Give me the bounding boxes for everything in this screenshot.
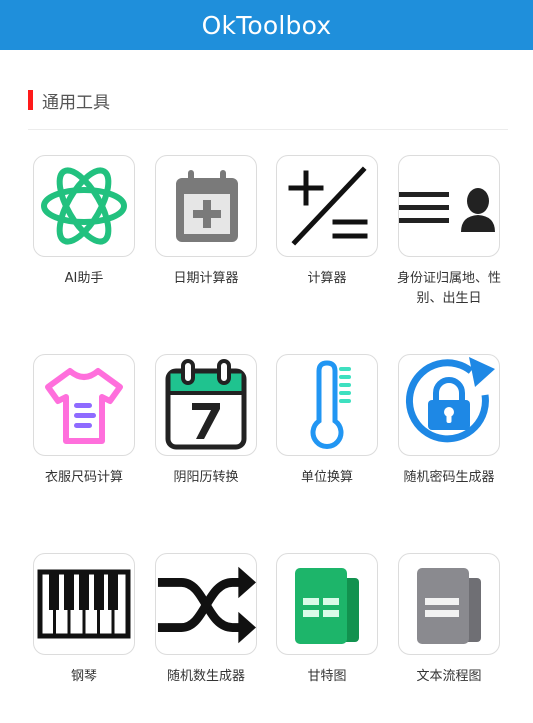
section-header: 通用工具: [28, 88, 110, 113]
tool-ai-assistant[interactable]: AI助手: [24, 155, 144, 325]
tool-label: 文本流程图: [416, 669, 482, 684]
tool-label: AI助手: [64, 271, 104, 286]
tool-tile[interactable]: [276, 354, 378, 456]
tool-tile[interactable]: [276, 553, 378, 655]
tool-tile[interactable]: [276, 155, 378, 257]
tool-label: 随机数生成器: [166, 669, 245, 684]
tool-clothing-size[interactable]: 衣服尺码计算: [24, 354, 144, 524]
section-title: 通用工具: [42, 92, 110, 113]
tool-tile[interactable]: [155, 553, 257, 655]
tool-label: 计算器: [307, 271, 347, 286]
tool-text-flowchart[interactable]: 文本流程图: [389, 553, 509, 723]
tool-label: 身份证归属地、性别、出生日: [396, 271, 501, 306]
tool-gantt-chart[interactable]: 甘特图: [267, 553, 387, 723]
app-title: OkToolbox: [201, 10, 332, 40]
tool-label: 甘特图: [307, 669, 347, 684]
piano-keys-icon: [37, 569, 131, 639]
green-sheet-icon: [295, 568, 359, 644]
tool-tile[interactable]: [155, 155, 257, 257]
tool-label: 钢琴: [70, 669, 97, 684]
tool-password-generator[interactable]: 随机密码生成器: [389, 354, 509, 524]
tool-tile[interactable]: [33, 354, 135, 456]
gray-document-icon: [417, 568, 481, 644]
tool-tile[interactable]: [33, 553, 135, 655]
tool-tile[interactable]: [398, 354, 500, 456]
tool-label: 阴阳历转换: [173, 470, 239, 485]
tool-piano[interactable]: 钢琴: [24, 553, 144, 723]
thermometer-icon: [310, 360, 351, 449]
tool-label: 日期计算器: [173, 271, 239, 286]
tool-unit-conversion[interactable]: 单位换算: [267, 354, 387, 524]
tool-lunar-solar-convert[interactable]: 阴阳历转换: [146, 354, 266, 524]
lock-refresh-icon: [406, 357, 495, 443]
tool-label: 衣服尺码计算: [44, 470, 123, 485]
calculator-symbols-icon: [288, 166, 368, 246]
tool-tile[interactable]: [155, 354, 257, 456]
tool-calculator[interactable]: 计算器: [267, 155, 387, 325]
tshirt-icon: [45, 368, 123, 444]
calendar-plus-icon: [176, 170, 238, 242]
tool-tile[interactable]: [398, 155, 500, 257]
tool-random-number[interactable]: 随机数生成器: [146, 553, 266, 723]
id-card-person-icon: [399, 188, 495, 232]
tool-label: 单位换算: [300, 470, 353, 485]
tool-label: 随机密码生成器: [403, 470, 495, 485]
tool-id-card-lookup[interactable]: 身份证归属地、性别、出生日: [389, 155, 509, 325]
section-divider: [28, 129, 508, 130]
tool-date-calculator[interactable]: 日期计算器: [146, 155, 266, 325]
tool-tile[interactable]: [398, 553, 500, 655]
atom-icon: [41, 167, 127, 245]
calendar-7-icon: [165, 359, 247, 450]
section-marker: [28, 90, 33, 110]
shuffle-icon: [157, 566, 256, 644]
app-header: OkToolbox: [0, 0, 533, 50]
tool-tile[interactable]: [33, 155, 135, 257]
